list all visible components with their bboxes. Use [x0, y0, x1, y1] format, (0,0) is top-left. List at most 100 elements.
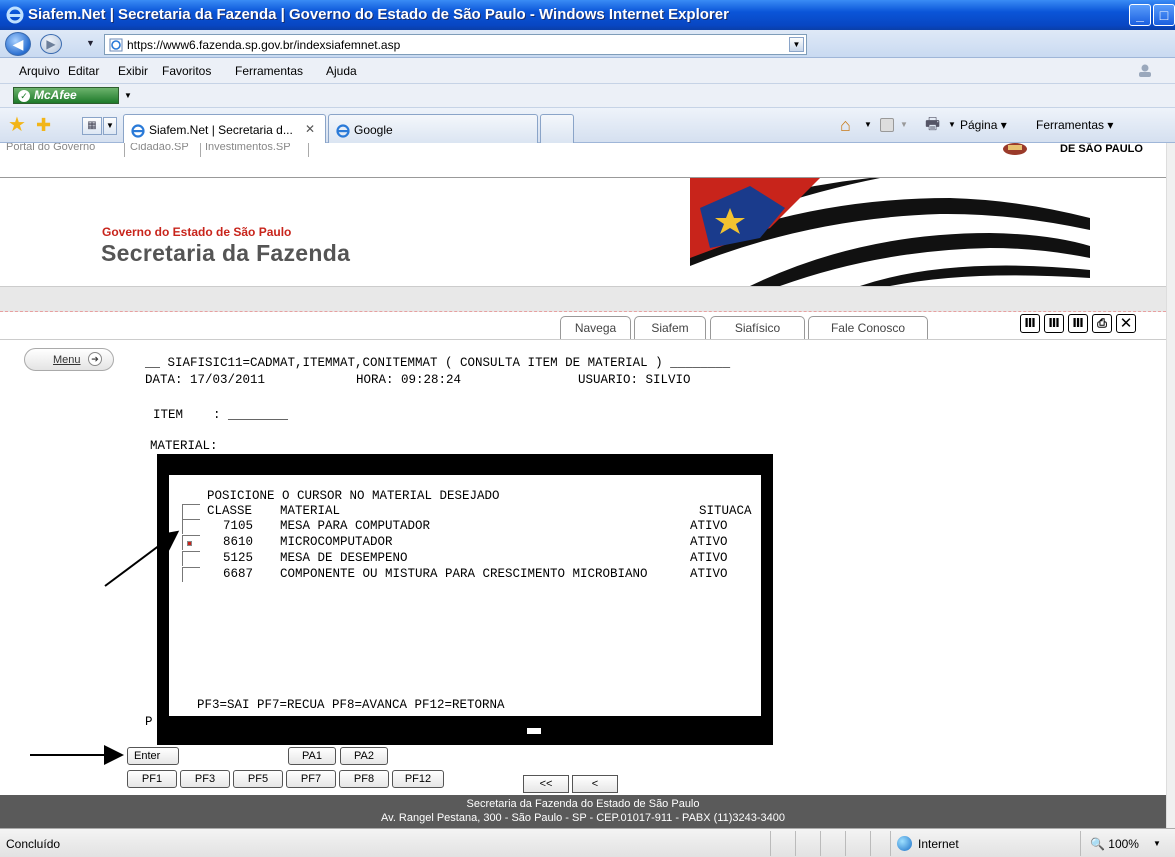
- address-dropdown-icon[interactable]: ▼: [789, 37, 804, 52]
- menu-arquivo[interactable]: Arquivo: [19, 64, 60, 78]
- address-field[interactable]: https://www6.fazenda.sp.gov.br/indexsiaf…: [104, 34, 807, 55]
- tab-fale-conosco[interactable]: Fale Conosco: [808, 316, 928, 340]
- print-dropdown-icon[interactable]: ▼: [948, 120, 956, 129]
- pa2-key-button[interactable]: PA2: [340, 747, 388, 765]
- tab-navega[interactable]: Navega: [560, 316, 631, 340]
- minimize-button[interactable]: _: [1129, 4, 1151, 26]
- menu-button[interactable]: Menu ➔: [24, 348, 114, 371]
- book-icon[interactable]: Ⅲ: [1068, 314, 1088, 333]
- feeds-icon[interactable]: [880, 118, 894, 132]
- recent-pages-dropdown[interactable]: ▼: [86, 38, 95, 48]
- maximize-button[interactable]: □: [1153, 4, 1175, 26]
- arrow-right-icon: ➔: [88, 352, 102, 366]
- header-select-box: [182, 504, 200, 519]
- favorites-star-icon[interactable]: ★: [8, 115, 26, 135]
- tab-ie-icon: [131, 124, 145, 138]
- home-dropdown-icon[interactable]: ▼: [864, 120, 872, 129]
- enter-key-button[interactable]: Enter: [127, 747, 179, 765]
- tab-underline: [0, 339, 1166, 340]
- page-menu-button[interactable]: Página ▾: [960, 118, 1007, 132]
- row-situacao: ATIVO: [690, 567, 728, 581]
- home-icon[interactable]: ⌂: [840, 116, 851, 134]
- first-page-button[interactable]: <<: [523, 775, 569, 793]
- item-input[interactable]: ITEM : ________: [153, 408, 288, 423]
- popup-cursor-notch: [527, 728, 541, 734]
- book-icon[interactable]: Ⅲ: [1044, 314, 1064, 333]
- menu-exibir[interactable]: Exibir: [118, 64, 148, 78]
- feeds-dropdown-icon[interactable]: ▼: [900, 120, 908, 129]
- ie-logo-icon: [6, 6, 24, 24]
- pf7-key-button[interactable]: PF7: [286, 770, 336, 788]
- book-icon[interactable]: Ⅲ: [1020, 314, 1040, 333]
- mcafee-button[interactable]: ✓ McAfee: [13, 87, 119, 104]
- pa1-key-button[interactable]: PA1: [288, 747, 336, 765]
- selected-marker-icon: [187, 541, 192, 546]
- new-tab-button[interactable]: [540, 114, 574, 143]
- tab-bar: ★ ✚ ▦ ▼ Siafem.Net | Secretaria d... ✕ G…: [0, 108, 1175, 143]
- government-name: Governo do Estado de São Paulo: [102, 225, 292, 239]
- vertical-scrollbar[interactable]: [1166, 143, 1175, 828]
- pf1-key-button[interactable]: PF1: [127, 770, 177, 788]
- tab-list-dropdown-icon[interactable]: ▼: [103, 117, 117, 135]
- menu-ferramentas[interactable]: Ferramentas: [235, 64, 303, 78]
- row-material: MICROCOMPUTADOR: [280, 535, 393, 549]
- row-select-box[interactable]: [182, 567, 200, 582]
- back-button[interactable]: ◀: [5, 32, 31, 56]
- separator: [845, 831, 846, 856]
- column-header-classe: CLASSE: [207, 504, 253, 518]
- menu-favoritos[interactable]: Favoritos: [162, 64, 211, 78]
- separator: [200, 143, 201, 157]
- list-item[interactable]: 5125 MESA DE DESEMPENO ATIVO: [0, 551, 1166, 566]
- page-content: Portal do Governo Cidadão.SP Investiment…: [0, 143, 1166, 828]
- status-text: Concluído: [6, 837, 61, 851]
- row-select-box[interactable]: [182, 535, 200, 550]
- portal-investimentos-link[interactable]: Investimentos.SP: [205, 143, 291, 153]
- tab-siafem-nav[interactable]: Siafem: [634, 316, 706, 340]
- user-field: USUARIO: SILVIO: [578, 373, 691, 387]
- tab-siafem-label: Siafem.Net | Secretaria d...: [149, 123, 293, 137]
- pf5-key-button[interactable]: PF5: [233, 770, 283, 788]
- menu-editar[interactable]: Editar: [68, 64, 99, 78]
- page-ie-icon: [109, 38, 123, 52]
- portal-links-bar: Portal do Governo Cidadão.SP Investiment…: [0, 143, 1166, 178]
- forward-button[interactable]: ▶: [40, 34, 62, 54]
- pf12-key-button[interactable]: PF12: [392, 770, 444, 788]
- close-tab-icon[interactable]: ✕: [305, 122, 315, 136]
- list-item-selected[interactable]: 8610 MICROCOMPUTADOR ATIVO: [0, 535, 1166, 550]
- portal-cidadao-link[interactable]: Cidadão.SP: [130, 143, 189, 153]
- internet-globe-icon: [897, 836, 912, 851]
- pf3-key-button[interactable]: PF3: [180, 770, 230, 788]
- previous-page-button[interactable]: <: [572, 775, 618, 793]
- close-icon[interactable]: ✕: [1116, 314, 1136, 333]
- address-url[interactable]: https://www6.fazenda.sp.gov.br/indexsiaf…: [127, 38, 400, 52]
- menu-ajuda[interactable]: Ajuda: [326, 64, 357, 78]
- tab-google-label: Google: [354, 123, 393, 137]
- column-header-material: MATERIAL: [280, 504, 341, 518]
- mcafee-dropdown-icon[interactable]: ▼: [124, 91, 132, 100]
- popup-function-keys-hint: PF3=SAI PF7=RECUA PF8=AVANCA PF12=RETORN…: [197, 698, 505, 712]
- separator: [795, 831, 796, 856]
- pf8-key-button[interactable]: PF8: [339, 770, 389, 788]
- zoom-level[interactable]: 🔍 100%: [1090, 837, 1139, 851]
- zoom-dropdown-icon[interactable]: ▼: [1153, 839, 1161, 848]
- secretaria-name: Secretaria da Fazenda: [101, 240, 351, 266]
- list-item[interactable]: 7105 MESA PARA COMPUTADOR ATIVO: [0, 519, 1166, 534]
- add-favorite-icon[interactable]: ✚: [36, 115, 51, 135]
- separator: [1080, 831, 1081, 856]
- tab-siafem[interactable]: Siafem.Net | Secretaria d... ✕: [123, 114, 326, 143]
- print-icon[interactable]: 🖶: [925, 117, 940, 133]
- tools-menu-button[interactable]: Ferramentas ▾: [1036, 118, 1113, 132]
- list-item[interactable]: 6687 COMPONENTE OU MISTURA PARA CRESCIME…: [0, 567, 1166, 582]
- separator: [124, 143, 125, 157]
- separator: [820, 831, 821, 856]
- window-title-bar: Siafem.Net | Secretaria da Fazenda | Gov…: [0, 0, 1175, 30]
- portal-governo-link[interactable]: Portal do Governo: [6, 143, 95, 153]
- tab-siafisico[interactable]: Siafísico: [710, 316, 805, 340]
- print-page-icon[interactable]: ⎙: [1092, 314, 1112, 333]
- row-select-box[interactable]: [182, 519, 200, 534]
- quick-tabs-icon[interactable]: ▦: [82, 117, 102, 135]
- tab-google[interactable]: Google: [328, 114, 538, 143]
- security-zone-label: Internet: [918, 837, 959, 851]
- user-icon[interactable]: [1137, 63, 1153, 77]
- row-select-box[interactable]: [182, 551, 200, 566]
